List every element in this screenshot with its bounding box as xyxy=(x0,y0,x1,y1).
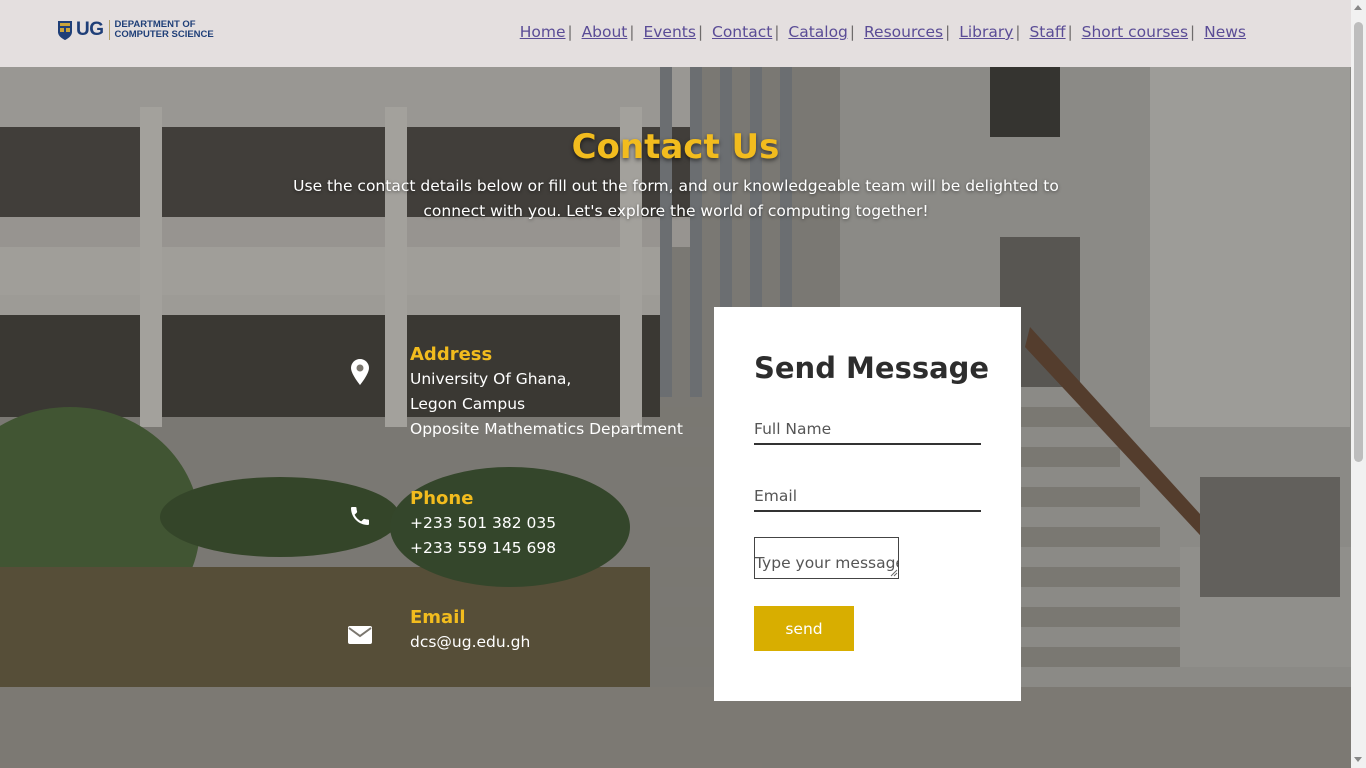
address-line-3: Opposite Mathematics Department xyxy=(410,420,683,438)
subtitle-line-2: connect with you. Let's explore the worl… xyxy=(423,202,929,220)
nav-item-events: Events | xyxy=(643,23,712,41)
nav-link-about[interactable]: About xyxy=(582,23,628,41)
nav-separator: | xyxy=(1190,23,1196,41)
nav-separator: | xyxy=(1015,23,1021,41)
university-crest-icon xyxy=(58,21,72,40)
nav-link-contact[interactable]: Contact xyxy=(712,23,772,41)
nav-separator: | xyxy=(567,23,573,41)
nav-separator: | xyxy=(849,23,855,41)
email-address: dcs@ug.edu.gh xyxy=(410,633,531,651)
nav-separator: | xyxy=(697,23,703,41)
email-details: Email dcs@ug.edu.gh xyxy=(410,606,530,655)
nav-link-events[interactable]: Events xyxy=(643,23,695,41)
subtitle-line-1: Use the contact details below or fill ou… xyxy=(293,177,1059,195)
logo-divider xyxy=(108,20,110,40)
address-line-2: Legon Campus xyxy=(410,395,526,413)
page-scrollbar[interactable] xyxy=(1351,0,1366,768)
logo-line-2: COMPUTER SCIENCE xyxy=(114,29,214,40)
nav-item-catalog: Catalog | xyxy=(788,23,864,41)
nav-link-resources[interactable]: Resources xyxy=(864,23,943,41)
main-nav: Home | About | Events | Contact | Catalo… xyxy=(520,23,1246,41)
email-input[interactable] xyxy=(754,482,981,512)
nav-link-home[interactable]: Home xyxy=(520,23,566,41)
send-message-form: Send Message send xyxy=(714,307,1021,701)
nav-link-catalog[interactable]: Catalog xyxy=(788,23,848,41)
nav-item-news: News xyxy=(1204,23,1246,41)
address-details: Address University Of Ghana, Legon Campu… xyxy=(410,343,683,442)
nav-link-staff[interactable]: Staff xyxy=(1029,23,1065,41)
nav-item-home: Home | xyxy=(520,23,582,41)
email-heading: Email xyxy=(410,607,466,628)
phone-line-1: +233 501 382 035 xyxy=(410,514,557,532)
nav-link-short-courses[interactable]: Short courses xyxy=(1082,23,1188,41)
message-textarea[interactable] xyxy=(754,537,899,579)
address-line-1: University Of Ghana, xyxy=(410,370,572,388)
nav-item-contact: Contact | xyxy=(712,23,788,41)
phone-line-2: +233 559 145 698 xyxy=(410,539,557,557)
send-button[interactable]: send xyxy=(754,606,854,651)
scrollbar-thumb[interactable] xyxy=(1354,22,1363,462)
phone-heading: Phone xyxy=(410,488,474,509)
site-header: UG DEPARTMENT OF COMPUTER SCIENCE Home |… xyxy=(0,0,1351,67)
page-title: Contact Us xyxy=(571,127,780,167)
nav-item-about: About | xyxy=(582,23,644,41)
resize-grip-icon[interactable] xyxy=(890,569,898,577)
logo-ug-text: UG xyxy=(76,19,104,40)
form-title: Send Message xyxy=(754,351,990,385)
nav-item-resources: Resources | xyxy=(864,23,959,41)
nav-separator: | xyxy=(945,23,951,41)
full-name-input[interactable] xyxy=(754,415,981,445)
map-marker-icon xyxy=(340,352,380,392)
nav-item-short-courses: Short courses | xyxy=(1082,23,1204,41)
nav-separator: | xyxy=(629,23,635,41)
nav-link-library[interactable]: Library xyxy=(959,23,1013,41)
nav-separator: | xyxy=(1067,23,1073,41)
contact-hero: Contact Us Use the contact details below… xyxy=(0,67,1351,768)
phone-details: Phone +233 501 382 035 +233 559 145 698 xyxy=(410,487,556,561)
scroll-down-arrow-icon[interactable] xyxy=(1354,757,1362,762)
logo-department-text: DEPARTMENT OF COMPUTER SCIENCE xyxy=(115,20,214,40)
phone-icon xyxy=(340,496,380,536)
scroll-up-arrow-icon[interactable] xyxy=(1354,5,1362,10)
nav-link-news[interactable]: News xyxy=(1204,23,1246,41)
nav-separator: | xyxy=(774,23,780,41)
nav-item-library: Library | xyxy=(959,23,1029,41)
envelope-icon xyxy=(340,615,380,655)
address-heading: Address xyxy=(410,344,493,365)
site-logo[interactable]: UG DEPARTMENT OF COMPUTER SCIENCE xyxy=(57,18,214,42)
nav-item-staff: Staff | xyxy=(1029,23,1081,41)
page-subtitle: Use the contact details below or fill ou… xyxy=(276,174,1076,224)
